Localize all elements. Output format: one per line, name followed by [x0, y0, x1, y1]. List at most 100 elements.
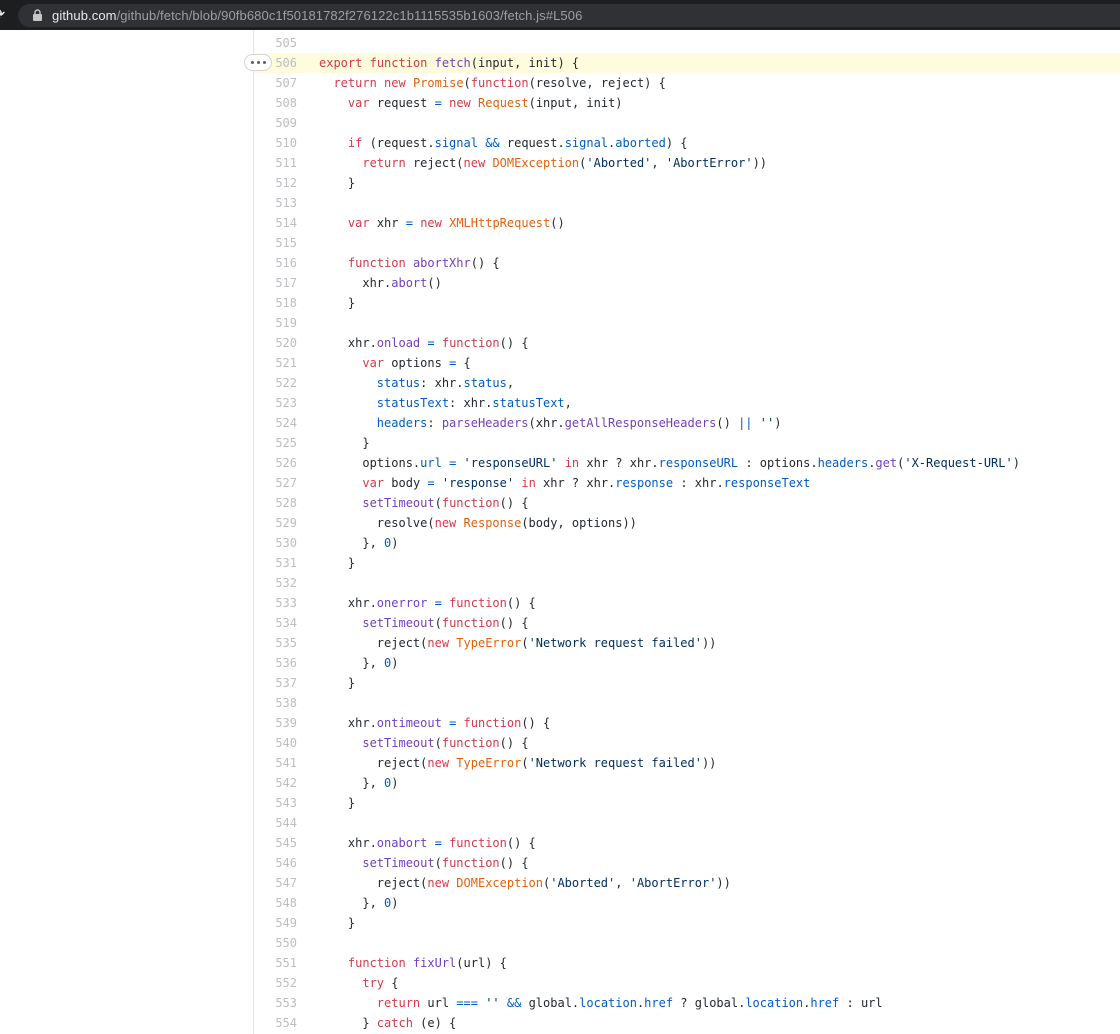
line-number[interactable]: 507 — [254, 73, 297, 93]
line-number[interactable]: 524 — [254, 413, 297, 433]
line-number[interactable]: 538 — [254, 693, 297, 713]
line-content: xhr.ontimeout = function() { — [297, 713, 550, 733]
code-lines: 505 506 export function fetch(input, ini… — [254, 33, 1120, 1033]
code-token: new — [420, 216, 442, 230]
line-number[interactable]: 515 — [254, 233, 297, 253]
line-number[interactable]: 547 — [254, 873, 297, 893]
line-number[interactable]: 543 — [254, 793, 297, 813]
line-number[interactable]: 531 — [254, 553, 297, 573]
line-number[interactable]: 533 — [254, 593, 297, 613]
code-line: 519 — [254, 313, 1120, 333]
line-number[interactable]: 546 — [254, 853, 297, 873]
line-number[interactable]: 529 — [254, 513, 297, 533]
code-token: , — [615, 876, 629, 890]
code-token: ( — [464, 76, 471, 90]
line-number[interactable]: 505 — [254, 33, 297, 53]
line-number[interactable]: 540 — [254, 733, 297, 753]
code-token: responseText — [724, 476, 811, 490]
line-number[interactable]: 513 — [254, 193, 297, 213]
code-token: return — [333, 76, 376, 90]
line-number[interactable]: 548 — [254, 893, 297, 913]
line-number[interactable]: 511 — [254, 153, 297, 173]
code-token: )) — [753, 156, 767, 170]
code-token: new — [427, 636, 449, 650]
address-bar[interactable]: github.com/github/fetch/blob/90fb680c1f5… — [18, 4, 1120, 27]
line-number[interactable]: 512 — [254, 173, 297, 193]
line-number[interactable]: 541 — [254, 753, 297, 773]
code-token: { — [456, 356, 470, 370]
line-number[interactable]: 523 — [254, 393, 297, 413]
code-line: 513 — [254, 193, 1120, 213]
line-number[interactable]: 545 — [254, 833, 297, 853]
line-number[interactable]: 520 — [254, 333, 297, 353]
line-number[interactable]: 550 — [254, 933, 297, 953]
code-token: () { — [500, 856, 529, 870]
line-number[interactable]: 552 — [254, 973, 297, 993]
code-line: 540 setTimeout(function() { — [254, 733, 1120, 753]
line-number[interactable]: 544 — [254, 813, 297, 833]
code-token — [406, 956, 413, 970]
code-token: (request. — [362, 136, 434, 150]
lock-icon[interactable] — [32, 9, 43, 22]
line-number[interactable]: 510 — [254, 133, 297, 153]
code-token: ) — [774, 416, 781, 430]
code-token: fixUrl — [413, 956, 456, 970]
line-content — [297, 573, 319, 593]
line-content: } — [297, 913, 355, 933]
line-number[interactable]: 527 — [254, 473, 297, 493]
line-number[interactable]: 521 — [254, 353, 297, 373]
code-token: () { — [507, 836, 536, 850]
code-token: 'Network request failed' — [529, 756, 702, 770]
line-number[interactable]: 514 — [254, 213, 297, 233]
line-number[interactable]: 518 — [254, 293, 297, 313]
code-line: 551 function fixUrl(url) { — [254, 953, 1120, 973]
line-number[interactable]: 508 — [254, 93, 297, 113]
expand-line-actions-button[interactable] — [244, 54, 272, 71]
code-token: in — [565, 456, 579, 470]
code-token: url — [420, 456, 442, 470]
code-token — [319, 216, 348, 230]
line-number[interactable]: 530 — [254, 533, 297, 553]
line-number[interactable]: 528 — [254, 493, 297, 513]
line-number[interactable]: 539 — [254, 713, 297, 733]
code-token: resolve( — [319, 516, 435, 530]
line-number[interactable]: 553 — [254, 993, 297, 1013]
line-number[interactable]: 554 — [254, 1013, 297, 1033]
code-token: reject( — [406, 156, 464, 170]
code-token — [456, 716, 463, 730]
code-token — [319, 356, 362, 370]
code-token: '' — [485, 996, 499, 1010]
code-token: if — [348, 136, 362, 150]
code-token: 'response' — [442, 476, 514, 490]
code-token: xhr. — [319, 836, 377, 850]
line-number[interactable]: 534 — [254, 613, 297, 633]
line-content: } catch (e) { — [297, 1013, 456, 1033]
line-number[interactable]: 551 — [254, 953, 297, 973]
line-number[interactable]: 522 — [254, 373, 297, 393]
line-number[interactable]: 517 — [254, 273, 297, 293]
line-number[interactable]: 519 — [254, 313, 297, 333]
code-token: onload — [377, 336, 420, 350]
line-number[interactable]: 549 — [254, 913, 297, 933]
code-token: export — [319, 56, 362, 70]
line-number[interactable]: 526 — [254, 453, 297, 473]
code-token — [427, 836, 434, 850]
line-number[interactable]: 516 — [254, 253, 297, 273]
code-token: Request — [478, 96, 529, 110]
code-token: (e) { — [413, 1016, 456, 1030]
line-content: } — [297, 553, 355, 573]
line-number[interactable]: 525 — [254, 433, 297, 453]
reload-icon[interactable]: ⟳ — [0, 3, 11, 27]
line-number[interactable]: 542 — [254, 773, 297, 793]
code-token: aborted — [615, 136, 666, 150]
line-number[interactable]: 532 — [254, 573, 297, 593]
code-token: : — [427, 416, 441, 430]
line-number[interactable]: 535 — [254, 633, 297, 653]
line-number[interactable]: 536 — [254, 653, 297, 673]
code-token: } — [319, 436, 370, 450]
line-number[interactable]: 509 — [254, 113, 297, 133]
line-content: xhr.onerror = function() { — [297, 593, 536, 613]
code-token: () { — [471, 256, 500, 270]
line-number[interactable]: 537 — [254, 673, 297, 693]
code-line: 518 } — [254, 293, 1120, 313]
